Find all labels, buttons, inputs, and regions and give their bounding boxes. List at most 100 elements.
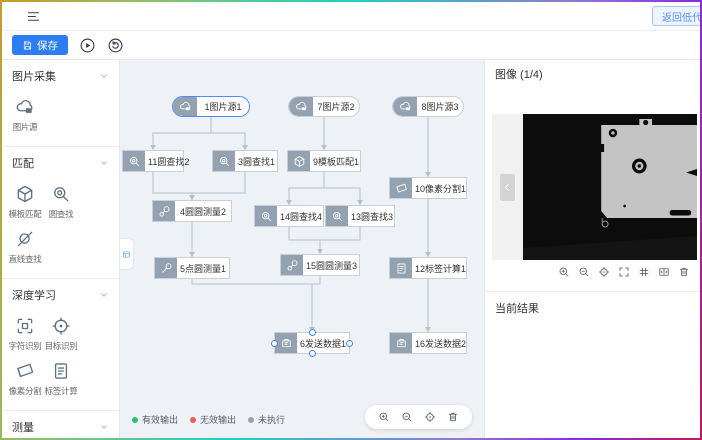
flow-node-label: 15圆圆测量3 [303,255,360,275]
chevron-down-icon[interactable] [99,422,109,432]
flow-node-1[interactable]: 1图片源1 [172,96,250,117]
legend-dot [190,417,196,423]
trash-icon[interactable] [447,411,459,423]
sidebar-section-1: 图片采集图片源 [2,60,119,147]
flow-node-16[interactable]: 16发送数据2 [389,332,467,354]
tool-item-label: 图片源 [13,121,38,133]
save-button[interactable]: 保存 [12,35,68,55]
flow-node-label: 8图片源3 [417,97,463,116]
flow-node-10[interactable]: 10像素分割1 [389,177,467,199]
flow-node-label: 1图片源1 [197,97,249,116]
measure-pc-icon [155,258,177,278]
section-title: 深度学习 [12,287,56,303]
circle-find-icon [51,184,71,204]
sidebar-section-header[interactable]: 深度学习 [2,279,119,305]
zoom-in-icon[interactable] [378,411,390,423]
grid-icon[interactable] [638,266,650,278]
fullscreen-icon[interactable] [618,266,630,278]
tool-item-label: 像素分割 [9,385,42,397]
legend-label: 有效输出 [142,413,178,426]
sidebar-section-2: 匹配模板匹配圆查找直线查找 [2,147,119,279]
main-toolbar: 保存 [2,31,700,60]
flow-node-5[interactable]: 5点圆测量1 [154,257,230,279]
label-calc-icon [51,361,71,381]
tool-item-pixel-seg[interactable]: 像素分割 [8,361,42,397]
flow-node-8[interactable]: 8图片源3 [392,96,464,117]
flow-node-6[interactable]: 6发送数据1 [274,332,350,354]
chevron-down-icon[interactable] [99,71,109,81]
tool-item-image-source[interactable]: 图片源 [8,97,42,133]
result-panel-title: 当前结果 [495,300,539,316]
compare-icon[interactable] [658,266,670,278]
chevron-down-icon[interactable] [99,290,109,300]
flow-node-13[interactable]: 13圆查找3 [325,205,395,227]
flow-node-9[interactable]: 9模板匹配1 [287,150,361,172]
target-detect-icon [51,316,71,336]
flow-node-11[interactable]: 11圆查找2 [122,150,184,172]
label-calc-icon [390,258,412,278]
tool-item-line-find[interactable]: 直线查找 [8,229,42,265]
menu-icon[interactable] [26,9,41,29]
image-panel-title: 图像 (1/4) [495,66,543,82]
sidebar-section-header[interactable]: 图片采集 [2,60,119,86]
line-find-icon [15,229,35,249]
section-title: 图片采集 [12,68,56,84]
zoom-in-icon[interactable] [558,266,570,278]
tool-item-label: 字符识别 [9,340,42,352]
flow-node-7[interactable]: 7图片源2 [288,96,360,117]
measure-cc-icon [153,201,175,221]
flow-node-4[interactable]: 4圆圆测量2 [152,200,232,222]
sidebar-section-header[interactable]: 匹配 [2,147,119,173]
send-data-icon [275,333,297,353]
flow-node-label: 7图片源2 [313,97,359,116]
app-frame: 返回低代 保存 图片采集图片源匹配模板匹配圆查找直线查找深度学习字符识别目标识别… [0,0,702,440]
tool-sidebar: 图片采集图片源匹配模板匹配圆查找直线查找深度学习字符识别目标识别像素分割标签计算… [2,60,120,438]
tool-item-label-calc[interactable]: 标签计算 [44,361,78,397]
template-match-icon [288,151,310,171]
image-toolbar [558,266,690,278]
sidebar-section-header[interactable]: 测量 [2,411,119,437]
legend-dot [132,417,138,423]
run-once-button[interactable] [107,37,124,54]
tool-item-target-detect[interactable]: 目标识别 [44,316,78,352]
flow-canvas[interactable]: 有效输出 无效输出 未执行 1图片源1 7图片源2 8图片源3 11圆查找2 3圆查找1 9模… [120,60,484,438]
flow-node-14[interactable]: 14圆查找4 [254,205,324,227]
prev-image-button[interactable] [500,174,515,201]
tool-item-ocr[interactable]: 字符识别 [8,316,42,352]
tool-item-label: 圆查找 [49,208,74,220]
zoom-out-icon[interactable] [578,266,590,278]
circle-find-icon [123,151,145,171]
zoom-out-icon[interactable] [401,411,413,423]
legend-item: 无效输出 [190,413,236,426]
tool-item-template-match[interactable]: 模板匹配 [8,184,42,220]
back-to-lowcode-button[interactable]: 返回低代 [652,6,700,26]
node-connection-handle[interactable] [346,340,353,347]
chevron-down-icon[interactable] [99,158,109,168]
panel-divider [485,291,700,292]
node-connection-handle[interactable] [309,329,316,336]
run-button[interactable] [79,37,96,54]
node-connection-handle[interactable] [309,350,316,357]
circle-find-icon [213,151,235,171]
flow-node-label: 5点圆测量1 [177,258,229,278]
tool-item-label: 直线查找 [9,253,42,265]
title-bar: 返回低代 [2,2,700,31]
image-source-icon [15,97,35,117]
locate-icon[interactable] [598,266,610,278]
trash-icon[interactable] [678,266,690,278]
section-title: 匹配 [12,155,34,171]
flow-node-15[interactable]: 15圆圆测量3 [280,254,360,276]
canvas-legend: 有效输出 无效输出 未执行 [132,413,285,426]
node-connection-handle[interactable] [271,340,278,347]
legend-label: 无效输出 [200,413,236,426]
sidebar-section-3: 深度学习字符识别目标识别像素分割标签计算 [2,279,119,411]
locate-icon[interactable] [424,411,436,423]
tool-item-circle-find[interactable]: 圆查找 [44,184,78,220]
legend-item: 未执行 [248,413,285,426]
flow-node-12[interactable]: 12标签计算1 [389,257,467,279]
flow-node-label: 10像素分割1 [412,178,469,198]
legend-label: 未执行 [258,413,285,426]
panel-collapse-handle[interactable] [120,238,134,270]
flow-node-label: 13圆查找3 [348,206,396,226]
flow-node-3[interactable]: 3圆查找1 [212,150,278,172]
